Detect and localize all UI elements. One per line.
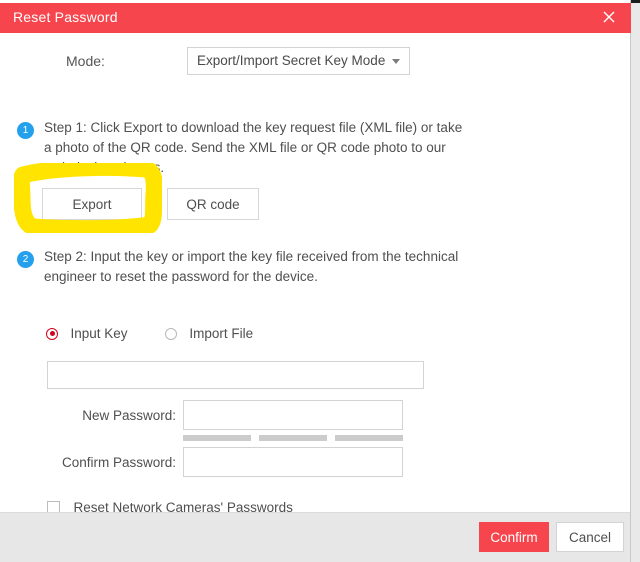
- right-gutter: [631, 3, 640, 562]
- reset-password-dialog: Reset Password Mode: Export/Import Secre…: [0, 0, 631, 562]
- radio-import-file[interactable]: Import File: [164, 325, 254, 343]
- close-icon[interactable]: [600, 8, 618, 26]
- strength-segment-3: [335, 435, 403, 441]
- mode-select-value: Export/Import Secret Key Mode: [197, 53, 386, 68]
- radio-import-file-icon: [164, 327, 177, 340]
- radio-input-key[interactable]: Input Key: [46, 325, 128, 343]
- strength-segment-2: [259, 435, 327, 441]
- password-strength-meter: [183, 435, 403, 441]
- radio-input-key-label: Input Key: [70, 326, 128, 342]
- mode-select[interactable]: Export/Import Secret Key Mode: [187, 47, 410, 75]
- dialog-body: Mode: Export/Import Secret Key Mode 1 St…: [0, 33, 630, 515]
- cancel-button[interactable]: Cancel: [556, 522, 624, 552]
- key-input[interactable]: [47, 361, 424, 389]
- dialog-window: Reset Password Mode: Export/Import Secre…: [0, 0, 640, 562]
- step-2-badge: 2: [17, 251, 34, 268]
- dialog-title: Reset Password: [13, 9, 118, 25]
- new-password-input[interactable]: [183, 400, 403, 430]
- step-2-text: Step 2: Input the key or import the key …: [44, 249, 459, 284]
- step-1-badge: 1: [17, 122, 34, 139]
- dialog-footer: Confirm Cancel: [0, 512, 630, 562]
- step-1-text: Step 1: Click Export to download the key…: [44, 120, 463, 175]
- dialog-titlebar: Reset Password: [0, 3, 631, 33]
- qr-code-button[interactable]: QR code: [167, 188, 259, 220]
- chevron-down-icon: [392, 59, 400, 64]
- export-button[interactable]: Export: [42, 188, 142, 220]
- confirm-button[interactable]: Confirm: [479, 522, 549, 552]
- new-password-label: New Password:: [82, 408, 176, 423]
- radio-import-file-label: Import File: [189, 326, 254, 342]
- strength-segment-1: [183, 435, 251, 441]
- confirm-password-label: Confirm Password:: [61, 455, 176, 470]
- confirm-password-input[interactable]: [183, 447, 403, 477]
- radio-input-key-icon: [46, 327, 58, 340]
- mode-label: Mode:: [66, 53, 105, 69]
- source-choice-group: Input Key Import File: [46, 325, 286, 343]
